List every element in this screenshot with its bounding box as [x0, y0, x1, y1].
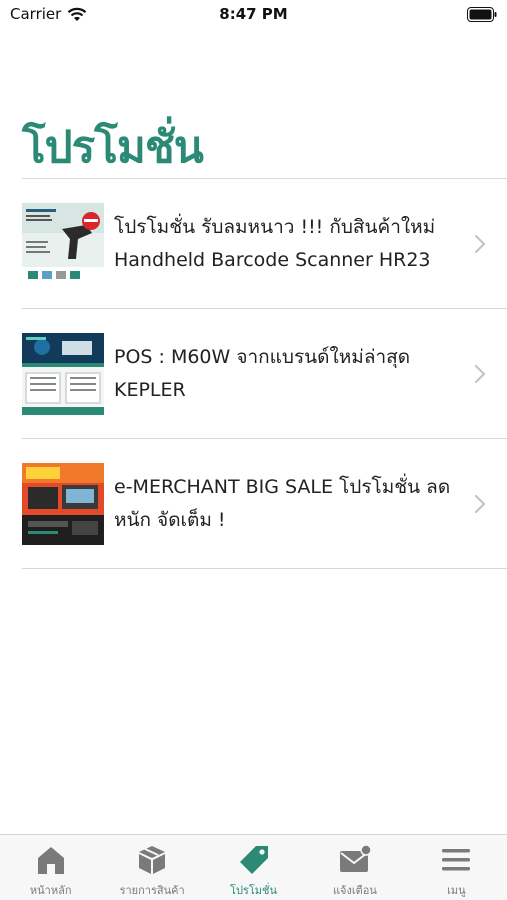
promotion-list: โปรโมชั่น รับลมหนาว !!! กับสินค้าใหม่ Ha…: [22, 178, 507, 569]
tab-label: โปรโมชั่น: [230, 884, 277, 897]
chevron-right-icon: [474, 364, 486, 383]
promotion-thumbnail: [22, 332, 104, 415]
tab-label: แจ้งเตือน: [332, 884, 377, 897]
promotion-thumbnail: [22, 462, 104, 545]
status-time: 8:47 PM: [219, 5, 288, 23]
tab-label: หน้าหลัก: [29, 884, 72, 897]
big-sale-promo-image: [22, 462, 104, 545]
battery-icon: [467, 7, 497, 22]
mail-icon: [339, 844, 372, 872]
tab-notifications[interactable]: แจ้งเตือน: [304, 835, 405, 900]
page-title: โปรโมชั่น: [22, 122, 204, 173]
menu-icon: [442, 849, 471, 871]
tag-icon: [239, 846, 268, 874]
promotion-title: e-MERCHANT BIG SALE โปรโมชั่น ลดหนัก จัด…: [114, 475, 451, 531]
pos-m60w-promo-image: [22, 332, 104, 415]
tab-label: รายการสินค้า: [119, 884, 185, 897]
promotion-title: POS : M60W จากแบรนด์ใหม่ล่าสุด KEPLER: [114, 345, 411, 401]
promotion-thumbnail: [22, 202, 104, 285]
tab-bar: หน้าหลัก รายการสินค้า โปรโมชั่น แจ้งเตือ…: [0, 834, 507, 900]
promotion-item-big-sale[interactable]: e-MERCHANT BIG SALE โปรโมชั่น ลดหนัก จัด…: [22, 439, 507, 569]
tab-label: เมนู: [447, 884, 466, 897]
status-bar: Carrier 8:47 PM: [0, 0, 507, 30]
tab-products[interactable]: รายการสินค้า: [101, 835, 202, 900]
promotion-item-pos-m60w[interactable]: POS : M60W จากแบรนด์ใหม่ล่าสุด KEPLER: [22, 309, 507, 439]
tab-home[interactable]: หน้าหลัก: [0, 835, 101, 900]
barcode-scanner-promo-image: [22, 202, 104, 285]
box-icon: [139, 846, 166, 874]
tab-promotions[interactable]: โปรโมชั่น: [203, 835, 304, 900]
chevron-right-icon: [474, 494, 486, 513]
tab-menu[interactable]: เมนู: [406, 835, 507, 900]
promotion-title: โปรโมชั่น รับลมหนาว !!! กับสินค้าใหม่ Ha…: [114, 215, 436, 271]
promotion-item-barcode-scanner[interactable]: โปรโมชั่น รับลมหนาว !!! กับสินค้าใหม่ Ha…: [22, 179, 507, 309]
chevron-right-icon: [474, 234, 486, 253]
home-icon: [37, 847, 64, 874]
